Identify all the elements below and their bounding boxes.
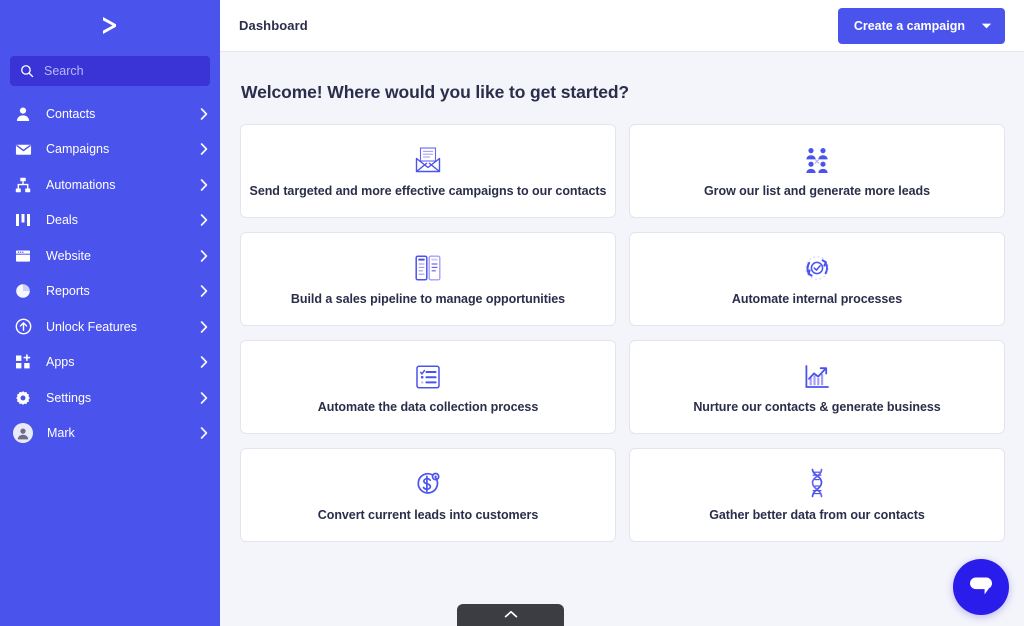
chevron-right-icon bbox=[200, 107, 208, 120]
growth-chart-icon bbox=[803, 360, 831, 390]
chat-bubble-icon bbox=[967, 572, 995, 603]
card-label: Grow our list and generate more leads bbox=[704, 184, 930, 198]
sidebar-item-label: Deals bbox=[46, 213, 78, 228]
checklist-icon bbox=[414, 360, 442, 390]
search-icon bbox=[20, 64, 34, 78]
card-label: Build a sales pipeline to manage opportu… bbox=[290, 292, 566, 306]
card-label: Convert current leads into customers bbox=[317, 508, 539, 522]
sidebar-item-unlock-features[interactable]: Unlock Features bbox=[0, 309, 220, 345]
chevron-right-icon bbox=[200, 356, 208, 369]
sidebar-bottom-nav: Apps Settings Mark bbox=[0, 345, 220, 460]
sidebar-item-label: Website bbox=[46, 248, 91, 263]
sidebar-item-website[interactable]: Website bbox=[0, 238, 220, 274]
card-send-campaigns[interactable]: Send targeted and more effective campaig… bbox=[240, 124, 616, 218]
dna-helix-icon bbox=[806, 468, 828, 498]
card-label: Automate the data collection process bbox=[317, 400, 539, 414]
sidebar-item-reports[interactable]: Reports bbox=[0, 274, 220, 310]
kanban-icon bbox=[14, 211, 32, 229]
breadcrumb: Dashboard bbox=[239, 18, 308, 33]
open-envelope-icon bbox=[413, 144, 443, 174]
app-logo[interactable] bbox=[0, 0, 220, 50]
pie-chart-icon bbox=[14, 282, 32, 300]
sidebar-item-apps[interactable]: Apps bbox=[0, 345, 220, 381]
sidebar-item-user-profile[interactable]: Mark bbox=[0, 416, 220, 452]
browser-icon bbox=[14, 247, 32, 265]
chevron-right-icon bbox=[200, 178, 208, 191]
sidebar-item-contacts[interactable]: Contacts bbox=[0, 96, 220, 132]
getting-started-grid: Send targeted and more effective campaig… bbox=[240, 124, 1005, 542]
search-input[interactable] bbox=[44, 64, 200, 78]
sidebar-item-label: Apps bbox=[46, 355, 75, 370]
sidebar-item-label: Mark bbox=[47, 426, 75, 441]
sidebar: Contacts Campaigns bbox=[0, 0, 220, 626]
chevron-right-icon bbox=[200, 391, 208, 404]
card-data-collection[interactable]: Automate the data collection process bbox=[240, 340, 616, 434]
sitemap-icon bbox=[14, 176, 32, 194]
app-root: Contacts Campaigns bbox=[0, 0, 1024, 626]
sidebar-nav: Contacts Campaigns Automations Deals Web… bbox=[0, 96, 220, 459]
chevron-right-icon bbox=[200, 427, 208, 440]
dollar-circle-icon bbox=[414, 468, 442, 498]
collapsed-panel-tab[interactable] bbox=[457, 604, 564, 626]
top-bar: Dashboard Create a campaign bbox=[220, 0, 1024, 52]
card-nurture-contacts[interactable]: Nurture our contacts & generate business bbox=[629, 340, 1005, 434]
people-group-icon bbox=[803, 144, 831, 174]
avatar bbox=[13, 423, 33, 444]
refresh-check-icon bbox=[803, 252, 831, 282]
sidebar-item-label: Settings bbox=[46, 390, 92, 405]
envelope-icon bbox=[14, 140, 32, 158]
card-build-pipeline[interactable]: Build a sales pipeline to manage opportu… bbox=[240, 232, 616, 326]
caret-down-icon[interactable] bbox=[981, 22, 992, 30]
sidebar-item-label: Campaigns bbox=[46, 142, 110, 157]
create-campaign-label: Create a campaign bbox=[853, 18, 965, 33]
card-label: Gather better data from our contacts bbox=[709, 508, 925, 522]
sidebar-item-automations[interactable]: Automations bbox=[0, 167, 220, 203]
card-convert-leads[interactable]: Convert current leads into customers bbox=[240, 448, 616, 542]
card-automate-processes[interactable]: Automate internal processes bbox=[629, 232, 1005, 326]
sidebar-item-deals[interactable]: Deals bbox=[0, 203, 220, 239]
sidebar-item-settings[interactable]: Settings bbox=[0, 380, 220, 416]
sidebar-item-label: Automations bbox=[46, 177, 116, 192]
chevron-right-icon bbox=[200, 285, 208, 298]
chevron-right-icon bbox=[200, 143, 208, 156]
person-icon bbox=[14, 105, 32, 123]
card-grow-list[interactable]: Grow our list and generate more leads bbox=[629, 124, 1005, 218]
apps-grid-plus-icon bbox=[14, 353, 32, 371]
gear-icon bbox=[14, 389, 32, 407]
page-title: Welcome! Where would you like to get sta… bbox=[241, 82, 630, 102]
sidebar-item-campaigns[interactable]: Campaigns bbox=[0, 132, 220, 168]
sidebar-item-label: Unlock Features bbox=[46, 319, 138, 334]
card-label: Nurture our contacts & generate business bbox=[693, 400, 941, 414]
search-box[interactable] bbox=[10, 56, 210, 86]
chevron-right-icon bbox=[200, 320, 208, 333]
chevron-up-icon bbox=[504, 606, 518, 624]
sidebar-item-label: Contacts bbox=[46, 106, 96, 121]
pipeline-cards-icon bbox=[414, 252, 442, 282]
chevron-right-icon bbox=[200, 249, 208, 262]
card-label: Automate internal processes bbox=[731, 292, 903, 306]
main-area: Dashboard Create a campaign Welcome! Whe… bbox=[220, 0, 1024, 626]
card-label: Send targeted and more effective campaig… bbox=[249, 184, 607, 198]
sidebar-item-label: Reports bbox=[46, 284, 90, 299]
arrow-up-circle-icon bbox=[14, 318, 32, 336]
chevron-right-icon bbox=[200, 214, 208, 227]
chat-bubble-button[interactable] bbox=[953, 559, 1009, 615]
chevron-right-logo-icon bbox=[95, 10, 125, 40]
card-gather-data[interactable]: Gather better data from our contacts bbox=[629, 448, 1005, 542]
create-campaign-button[interactable]: Create a campaign bbox=[837, 7, 1005, 44]
dashboard-content: Welcome! Where would you like to get sta… bbox=[220, 52, 1024, 626]
